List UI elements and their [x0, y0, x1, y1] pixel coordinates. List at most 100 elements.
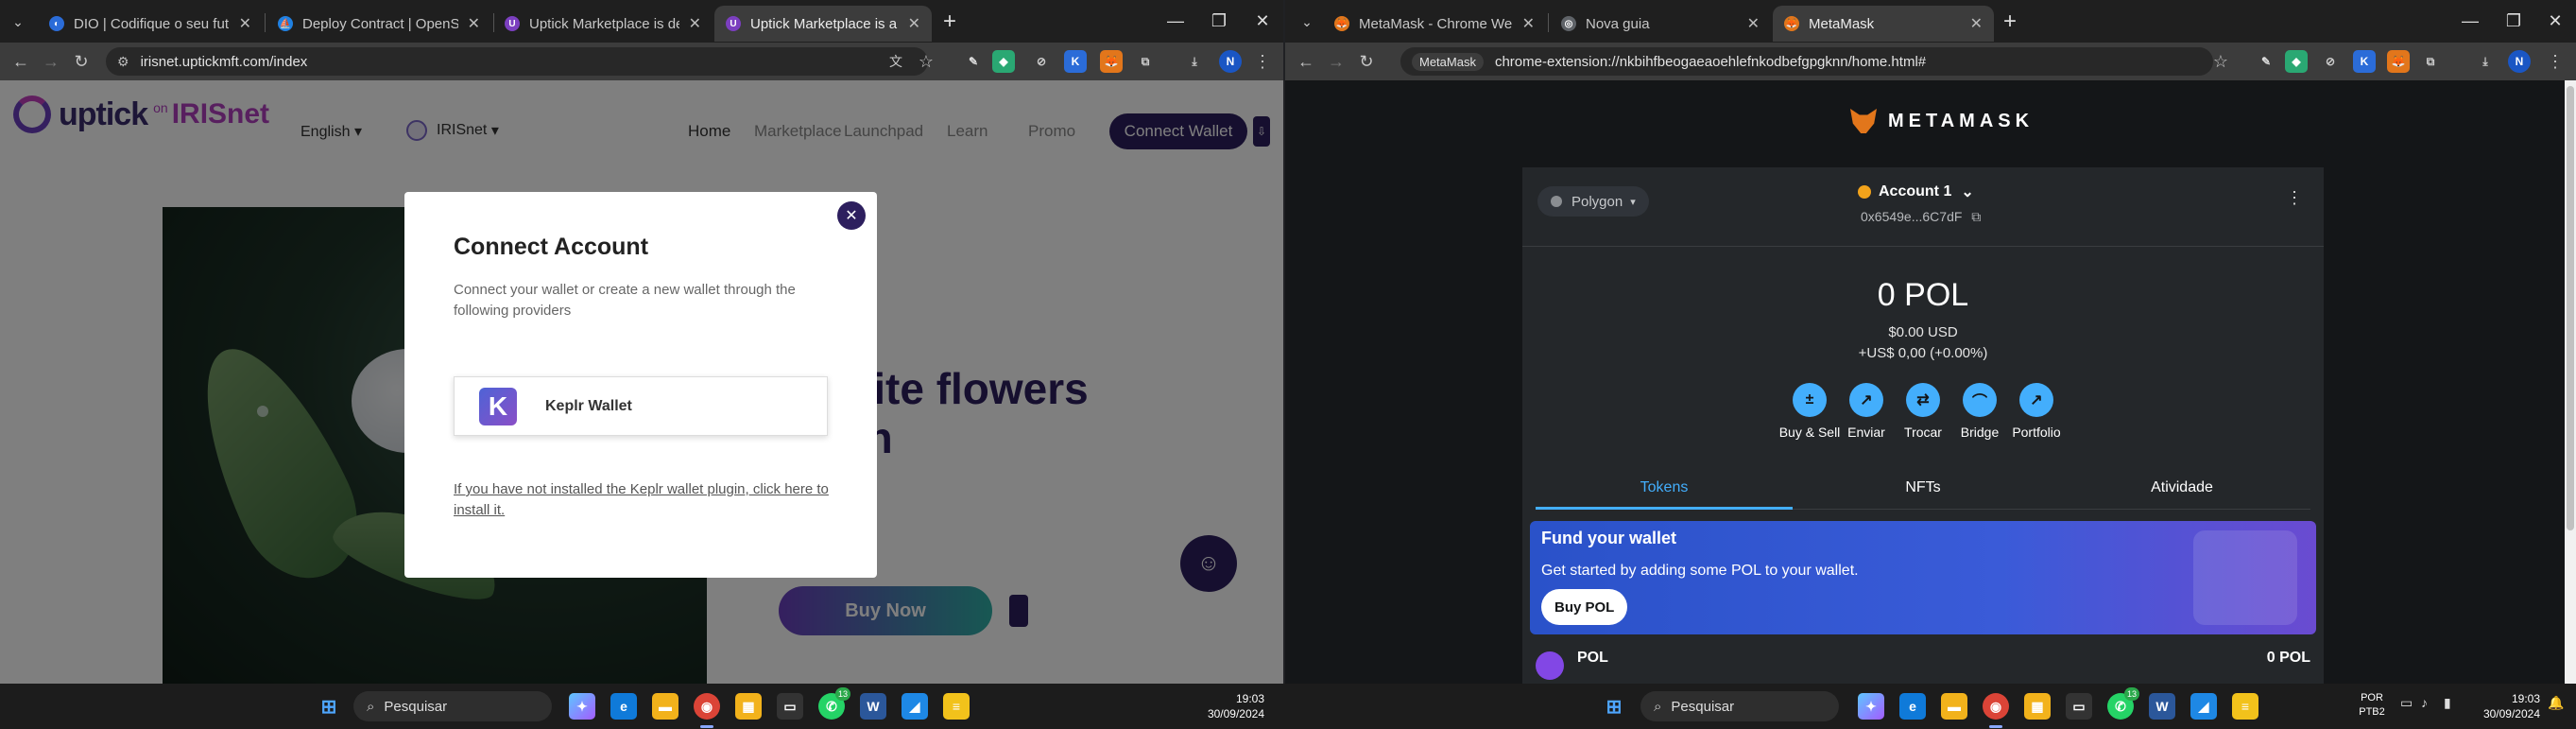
edge-icon[interactable]: e: [610, 693, 637, 720]
extension-url-chip[interactable]: MetaMask: [1412, 52, 1484, 71]
tab-close-icon[interactable]: ✕: [468, 14, 480, 33]
account-selector[interactable]: Account 1 ⌄: [1858, 182, 1974, 201]
copy-icon[interactable]: ⧉: [1971, 209, 1981, 224]
buy-sell-button[interactable]: ± Buy & Sell: [1779, 383, 1840, 440]
modal-close-icon[interactable]: ✕: [837, 201, 866, 230]
edge-icon[interactable]: e: [1899, 693, 1926, 720]
display-icon[interactable]: ▭: [2400, 695, 2413, 711]
tab-nova-guia[interactable]: ◎ Nova guia ✕: [1550, 6, 1771, 42]
extension-green-icon[interactable]: ◆: [992, 50, 1015, 73]
battery-icon[interactable]: ▮: [2444, 695, 2451, 711]
reload-button[interactable]: ↻: [68, 48, 94, 75]
translate-icon[interactable]: 文: [883, 48, 909, 75]
bridge-button[interactable]: ⌒ Bridge: [1951, 383, 2008, 440]
close-window-button[interactable]: ✕: [1242, 4, 1283, 38]
photos-icon[interactable]: ◢: [902, 693, 928, 720]
back-button[interactable]: ←: [1293, 48, 1319, 75]
profile-avatar[interactable]: N: [2508, 50, 2531, 73]
new-tab-button[interactable]: +: [1996, 8, 2024, 36]
download-icon[interactable]: ⤓: [2474, 50, 2497, 73]
taskbar-search[interactable]: ⌕ Pesquisar: [353, 691, 552, 721]
chrome-icon[interactable]: ◉: [1983, 693, 2009, 720]
tab-uptick-2-active[interactable]: U Uptick Marketplace is a leading ✕: [714, 6, 932, 42]
terminal-icon[interactable]: ▭: [777, 693, 803, 720]
tab-activity[interactable]: Atividade: [2053, 470, 2310, 510]
store-icon[interactable]: ▦: [735, 693, 762, 720]
portfolio-button[interactable]: ↗ Portfolio: [2008, 383, 2065, 440]
extensions-puzzle-icon[interactable]: ⧉: [1134, 50, 1157, 73]
tab-close-icon[interactable]: ✕: [689, 14, 701, 33]
windows-start-icon[interactable]: ⊞: [316, 693, 342, 720]
maximize-button[interactable]: ❐: [1198, 4, 1240, 38]
swap-button[interactable]: ⇄ Trocar: [1895, 383, 1951, 440]
taskbar-search[interactable]: ⌕ Pesquisar: [1640, 691, 1839, 721]
extensions-puzzle-icon[interactable]: ⧉: [2419, 50, 2442, 73]
tab-close-icon[interactable]: ✕: [908, 14, 920, 33]
reload-button[interactable]: ↻: [1353, 48, 1380, 75]
extension-compass-icon[interactable]: ⊘: [2319, 50, 2342, 73]
store-icon[interactable]: ▦: [2024, 693, 2051, 720]
extension-pen-icon[interactable]: ✎: [962, 50, 985, 73]
forward-button[interactable]: →: [1323, 48, 1349, 75]
bookmark-star-icon[interactable]: ☆: [2207, 48, 2234, 75]
extension-pen-icon[interactable]: ✎: [2255, 50, 2277, 73]
minimize-button[interactable]: —: [1155, 4, 1196, 38]
maximize-button[interactable]: ❐: [2493, 4, 2534, 38]
minimize-button[interactable]: —: [2449, 4, 2491, 38]
tab-opensea[interactable]: ⛵ Deploy Contract | OpenSea ✕: [266, 6, 491, 42]
page-scrollbar[interactable]: [2565, 80, 2576, 684]
input-language[interactable]: POR PTB2: [2355, 691, 2389, 720]
tab-close-icon[interactable]: ✕: [1970, 14, 1983, 33]
file-explorer-icon[interactable]: ▬: [1941, 693, 1967, 720]
tab-close-icon[interactable]: ✕: [239, 14, 251, 33]
tab-tokens[interactable]: Tokens: [1536, 470, 1793, 510]
scrollbar-thumb[interactable]: [2567, 86, 2574, 530]
back-button[interactable]: ←: [8, 48, 34, 75]
close-window-button[interactable]: ✕: [2534, 4, 2576, 38]
extension-compass-icon[interactable]: ⊘: [1030, 50, 1053, 73]
buy-pol-button[interactable]: Buy POL: [1541, 589, 1628, 625]
windows-start-icon[interactable]: ⊞: [1601, 693, 1627, 720]
keplr-wallet-option[interactable]: K Keplr Wallet: [454, 376, 828, 436]
notepad-icon[interactable]: ≡: [943, 693, 970, 720]
forward-button[interactable]: →: [38, 48, 64, 75]
new-tab-button[interactable]: +: [936, 8, 964, 36]
extension-k-icon[interactable]: K: [2353, 50, 2376, 73]
tab-search-button[interactable]: ⌄: [1293, 8, 1321, 36]
photos-icon[interactable]: ◢: [2190, 693, 2217, 720]
address-bar[interactable]: MetaMask chrome-extension://nkbihfbeogae…: [1400, 47, 2213, 76]
word-icon[interactable]: W: [2149, 693, 2175, 720]
file-explorer-icon[interactable]: ▬: [652, 693, 678, 720]
tab-uptick-1[interactable]: U Uptick Marketplace is dedicate ✕: [493, 6, 713, 42]
copilot-icon[interactable]: ✦: [569, 693, 595, 720]
word-icon[interactable]: W: [860, 693, 886, 720]
tab-dio[interactable]: ◐ DIO | Codifique o seu futuro gl ✕: [38, 6, 263, 42]
notification-bell-icon[interactable]: 🔔: [2548, 695, 2564, 711]
account-options-icon[interactable]: ⋮: [2286, 188, 2303, 208]
chrome-icon[interactable]: ◉: [694, 693, 720, 720]
clock-left[interactable]: 19:03 30/09/2024: [1172, 691, 1264, 721]
notepad-icon[interactable]: ≡: [2232, 693, 2258, 720]
volume-icon[interactable]: ♪: [2421, 695, 2428, 710]
extension-metamask-icon[interactable]: 🦊: [1100, 50, 1123, 73]
tab-search-button[interactable]: ⌄: [4, 8, 32, 36]
copilot-icon[interactable]: ✦: [1858, 693, 1884, 720]
browser-menu-icon[interactable]: ⋮: [1249, 48, 1276, 75]
tab-nfts[interactable]: NFTs: [1795, 470, 2052, 510]
extension-metamask-icon[interactable]: 🦊: [2387, 50, 2410, 73]
tab-close-icon[interactable]: ✕: [1747, 14, 1760, 33]
site-info-icon[interactable]: ⚙: [117, 54, 129, 70]
token-row-pol[interactable]: POL 0 POL: [1536, 646, 2310, 684]
install-keplr-link[interactable]: If you have not installed the Keplr wall…: [454, 479, 841, 521]
extension-k-icon[interactable]: K: [1064, 50, 1087, 73]
account-address[interactable]: 0x6549e...6C7dF ⧉: [1861, 209, 1981, 225]
extension-green-icon[interactable]: ◆: [2285, 50, 2308, 73]
bookmark-star-icon[interactable]: ☆: [913, 48, 939, 75]
address-bar[interactable]: ⚙ irisnet.uptickmft.com/index: [106, 47, 928, 76]
clock-right[interactable]: 19:03 30/09/2024: [2461, 691, 2540, 721]
tab-metamask-active[interactable]: 🦊 MetaMask ✕: [1773, 6, 1994, 42]
terminal-icon[interactable]: ▭: [2066, 693, 2092, 720]
browser-menu-icon[interactable]: ⋮: [2542, 48, 2568, 75]
network-selector[interactable]: Polygon ▾: [1537, 186, 1649, 217]
tab-chrome-web-store[interactable]: 🦊 MetaMask - Chrome Web Store ✕: [1323, 6, 1546, 42]
